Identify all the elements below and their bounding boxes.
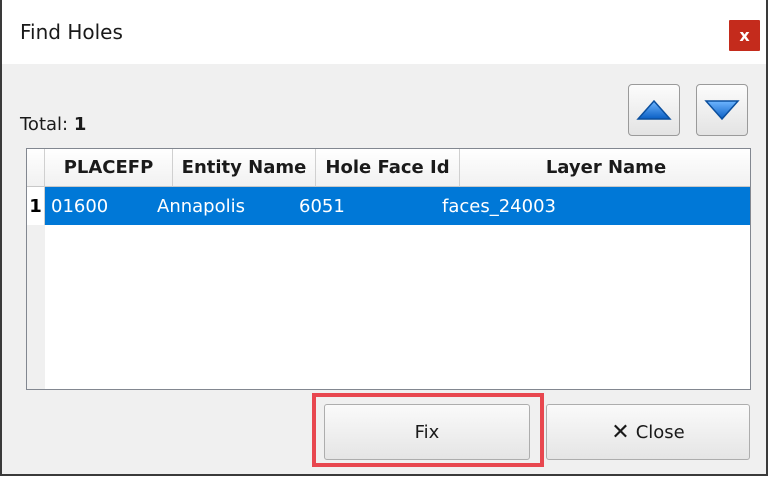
triangle-down-icon [704,100,740,121]
corner-header [27,149,45,187]
x-mark-icon: ✕ [611,419,630,445]
column-header-entity-name[interactable]: Entity Name [173,149,316,187]
highlight-box [312,393,544,467]
triangle-up-icon [636,99,672,120]
move-down-button[interactable] [696,84,748,136]
row-number[interactable]: 1 [27,187,45,225]
holes-table[interactable]: PLACEFP Entity Name Hole Face Id Layer N… [26,148,751,390]
column-header-hole-face-id[interactable]: Hole Face Id [316,149,460,187]
move-up-button[interactable] [628,84,680,136]
cell-layer-name[interactable]: faces_24003 [442,187,556,225]
total-label: Total: [20,114,69,135]
window-close-button[interactable]: x [729,20,760,51]
cell-entity-name[interactable]: Annapolis [157,187,245,225]
column-header-placefp[interactable]: PLACEFP [45,149,173,187]
find-holes-dialog: Find Holes x Total: 1 PLACEFP Entity Nam… [0,0,768,476]
column-header-layer-name[interactable]: Layer Name [460,149,750,187]
close-label: Close [635,421,685,443]
row-selection [45,187,750,225]
close-button[interactable]: ✕ Close [546,404,750,460]
total-count: Total: 1 [20,114,86,135]
window-title: Find Holes [20,20,123,44]
cell-placefp[interactable]: 01600 [51,187,108,225]
table-row[interactable]: 1 01600 Annapolis 6051 faces_24003 [27,187,750,225]
close-icon: x [739,26,750,45]
title-bar: Find Holes x [2,0,766,64]
cell-hole-face-id[interactable]: 6051 [299,187,345,225]
total-value: 1 [73,114,87,135]
